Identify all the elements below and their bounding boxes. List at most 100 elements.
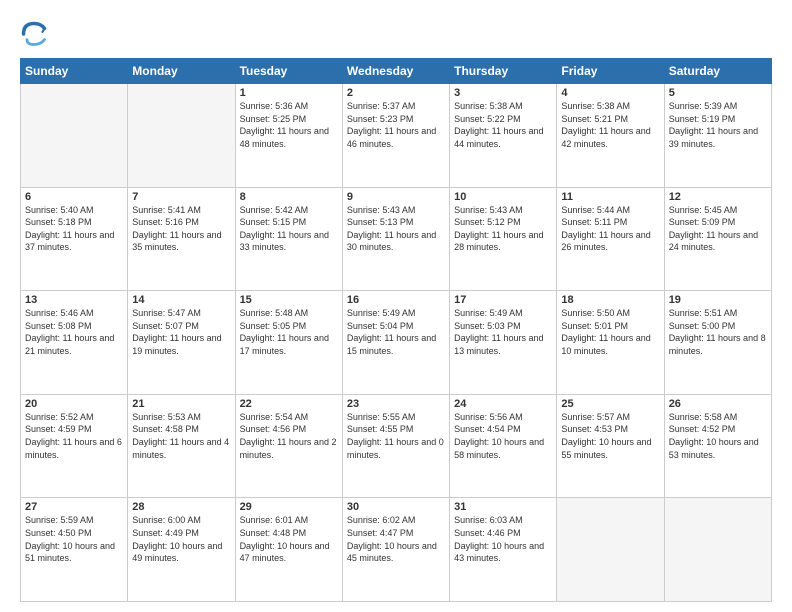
- day-info: Sunrise: 5:51 AMSunset: 5:00 PMDaylight:…: [669, 307, 767, 357]
- day-cell: 31Sunrise: 6:03 AMSunset: 4:46 PMDayligh…: [450, 498, 557, 602]
- day-number: 26: [669, 398, 767, 410]
- day-cell: 7Sunrise: 5:41 AMSunset: 5:16 PMDaylight…: [128, 187, 235, 291]
- day-cell: [128, 84, 235, 188]
- col-header-wednesday: Wednesday: [342, 59, 449, 84]
- day-number: 18: [561, 294, 659, 306]
- day-number: 2: [347, 87, 445, 99]
- day-cell: 23Sunrise: 5:55 AMSunset: 4:55 PMDayligh…: [342, 394, 449, 498]
- week-row-0: 1Sunrise: 5:36 AMSunset: 5:25 PMDaylight…: [21, 84, 772, 188]
- day-cell: 13Sunrise: 5:46 AMSunset: 5:08 PMDayligh…: [21, 291, 128, 395]
- day-cell: 25Sunrise: 5:57 AMSunset: 4:53 PMDayligh…: [557, 394, 664, 498]
- day-cell: 2Sunrise: 5:37 AMSunset: 5:23 PMDaylight…: [342, 84, 449, 188]
- day-info: Sunrise: 5:47 AMSunset: 5:07 PMDaylight:…: [132, 307, 230, 357]
- day-info: Sunrise: 5:41 AMSunset: 5:16 PMDaylight:…: [132, 204, 230, 254]
- day-cell: 6Sunrise: 5:40 AMSunset: 5:18 PMDaylight…: [21, 187, 128, 291]
- col-header-friday: Friday: [557, 59, 664, 84]
- page: SundayMondayTuesdayWednesdayThursdayFrid…: [0, 0, 792, 612]
- col-header-monday: Monday: [128, 59, 235, 84]
- week-row-1: 6Sunrise: 5:40 AMSunset: 5:18 PMDaylight…: [21, 187, 772, 291]
- day-cell: 11Sunrise: 5:44 AMSunset: 5:11 PMDayligh…: [557, 187, 664, 291]
- day-cell: 26Sunrise: 5:58 AMSunset: 4:52 PMDayligh…: [664, 394, 771, 498]
- day-cell: 16Sunrise: 5:49 AMSunset: 5:04 PMDayligh…: [342, 291, 449, 395]
- day-number: 23: [347, 398, 445, 410]
- day-number: 17: [454, 294, 552, 306]
- day-number: 10: [454, 191, 552, 203]
- day-info: Sunrise: 5:43 AMSunset: 5:12 PMDaylight:…: [454, 204, 552, 254]
- day-cell: 10Sunrise: 5:43 AMSunset: 5:12 PMDayligh…: [450, 187, 557, 291]
- day-info: Sunrise: 5:38 AMSunset: 5:21 PMDaylight:…: [561, 100, 659, 150]
- header: [20, 20, 772, 48]
- day-info: Sunrise: 5:54 AMSunset: 4:56 PMDaylight:…: [240, 411, 338, 461]
- day-info: Sunrise: 6:01 AMSunset: 4:48 PMDaylight:…: [240, 514, 338, 564]
- logo: [20, 20, 52, 48]
- day-info: Sunrise: 5:49 AMSunset: 5:03 PMDaylight:…: [454, 307, 552, 357]
- day-info: Sunrise: 5:43 AMSunset: 5:13 PMDaylight:…: [347, 204, 445, 254]
- day-cell: [21, 84, 128, 188]
- week-row-3: 20Sunrise: 5:52 AMSunset: 4:59 PMDayligh…: [21, 394, 772, 498]
- col-header-sunday: Sunday: [21, 59, 128, 84]
- day-info: Sunrise: 5:58 AMSunset: 4:52 PMDaylight:…: [669, 411, 767, 461]
- day-cell: 9Sunrise: 5:43 AMSunset: 5:13 PMDaylight…: [342, 187, 449, 291]
- day-info: Sunrise: 5:55 AMSunset: 4:55 PMDaylight:…: [347, 411, 445, 461]
- day-info: Sunrise: 5:53 AMSunset: 4:58 PMDaylight:…: [132, 411, 230, 461]
- day-number: 6: [25, 191, 123, 203]
- day-number: 3: [454, 87, 552, 99]
- day-info: Sunrise: 5:42 AMSunset: 5:15 PMDaylight:…: [240, 204, 338, 254]
- day-info: Sunrise: 6:03 AMSunset: 4:46 PMDaylight:…: [454, 514, 552, 564]
- day-cell: 17Sunrise: 5:49 AMSunset: 5:03 PMDayligh…: [450, 291, 557, 395]
- day-number: 27: [25, 501, 123, 513]
- day-number: 29: [240, 501, 338, 513]
- day-number: 1: [240, 87, 338, 99]
- day-info: Sunrise: 5:56 AMSunset: 4:54 PMDaylight:…: [454, 411, 552, 461]
- day-info: Sunrise: 5:45 AMSunset: 5:09 PMDaylight:…: [669, 204, 767, 254]
- day-info: Sunrise: 5:36 AMSunset: 5:25 PMDaylight:…: [240, 100, 338, 150]
- day-cell: 27Sunrise: 5:59 AMSunset: 4:50 PMDayligh…: [21, 498, 128, 602]
- day-cell: 5Sunrise: 5:39 AMSunset: 5:19 PMDaylight…: [664, 84, 771, 188]
- day-cell: [557, 498, 664, 602]
- day-number: 15: [240, 294, 338, 306]
- day-number: 22: [240, 398, 338, 410]
- day-number: 30: [347, 501, 445, 513]
- day-number: 9: [347, 191, 445, 203]
- day-info: Sunrise: 5:52 AMSunset: 4:59 PMDaylight:…: [25, 411, 123, 461]
- day-cell: 4Sunrise: 5:38 AMSunset: 5:21 PMDaylight…: [557, 84, 664, 188]
- col-header-thursday: Thursday: [450, 59, 557, 84]
- day-number: 21: [132, 398, 230, 410]
- day-cell: 22Sunrise: 5:54 AMSunset: 4:56 PMDayligh…: [235, 394, 342, 498]
- day-number: 16: [347, 294, 445, 306]
- day-info: Sunrise: 5:50 AMSunset: 5:01 PMDaylight:…: [561, 307, 659, 357]
- day-cell: 14Sunrise: 5:47 AMSunset: 5:07 PMDayligh…: [128, 291, 235, 395]
- day-cell: 24Sunrise: 5:56 AMSunset: 4:54 PMDayligh…: [450, 394, 557, 498]
- day-cell: 18Sunrise: 5:50 AMSunset: 5:01 PMDayligh…: [557, 291, 664, 395]
- day-number: 14: [132, 294, 230, 306]
- day-number: 13: [25, 294, 123, 306]
- day-number: 12: [669, 191, 767, 203]
- day-number: 11: [561, 191, 659, 203]
- day-cell: 21Sunrise: 5:53 AMSunset: 4:58 PMDayligh…: [128, 394, 235, 498]
- day-number: 7: [132, 191, 230, 203]
- day-cell: 29Sunrise: 6:01 AMSunset: 4:48 PMDayligh…: [235, 498, 342, 602]
- day-info: Sunrise: 5:48 AMSunset: 5:05 PMDaylight:…: [240, 307, 338, 357]
- header-row: SundayMondayTuesdayWednesdayThursdayFrid…: [21, 59, 772, 84]
- day-info: Sunrise: 5:40 AMSunset: 5:18 PMDaylight:…: [25, 204, 123, 254]
- day-cell: 3Sunrise: 5:38 AMSunset: 5:22 PMDaylight…: [450, 84, 557, 188]
- day-number: 4: [561, 87, 659, 99]
- week-row-2: 13Sunrise: 5:46 AMSunset: 5:08 PMDayligh…: [21, 291, 772, 395]
- day-number: 31: [454, 501, 552, 513]
- day-cell: 8Sunrise: 5:42 AMSunset: 5:15 PMDaylight…: [235, 187, 342, 291]
- day-cell: 12Sunrise: 5:45 AMSunset: 5:09 PMDayligh…: [664, 187, 771, 291]
- day-number: 24: [454, 398, 552, 410]
- day-info: Sunrise: 5:38 AMSunset: 5:22 PMDaylight:…: [454, 100, 552, 150]
- logo-icon: [20, 20, 48, 48]
- day-info: Sunrise: 6:02 AMSunset: 4:47 PMDaylight:…: [347, 514, 445, 564]
- day-number: 5: [669, 87, 767, 99]
- day-number: 19: [669, 294, 767, 306]
- day-number: 25: [561, 398, 659, 410]
- day-info: Sunrise: 5:57 AMSunset: 4:53 PMDaylight:…: [561, 411, 659, 461]
- day-cell: 1Sunrise: 5:36 AMSunset: 5:25 PMDaylight…: [235, 84, 342, 188]
- day-cell: 28Sunrise: 6:00 AMSunset: 4:49 PMDayligh…: [128, 498, 235, 602]
- day-info: Sunrise: 5:39 AMSunset: 5:19 PMDaylight:…: [669, 100, 767, 150]
- day-number: 20: [25, 398, 123, 410]
- col-header-tuesday: Tuesday: [235, 59, 342, 84]
- day-info: Sunrise: 5:59 AMSunset: 4:50 PMDaylight:…: [25, 514, 123, 564]
